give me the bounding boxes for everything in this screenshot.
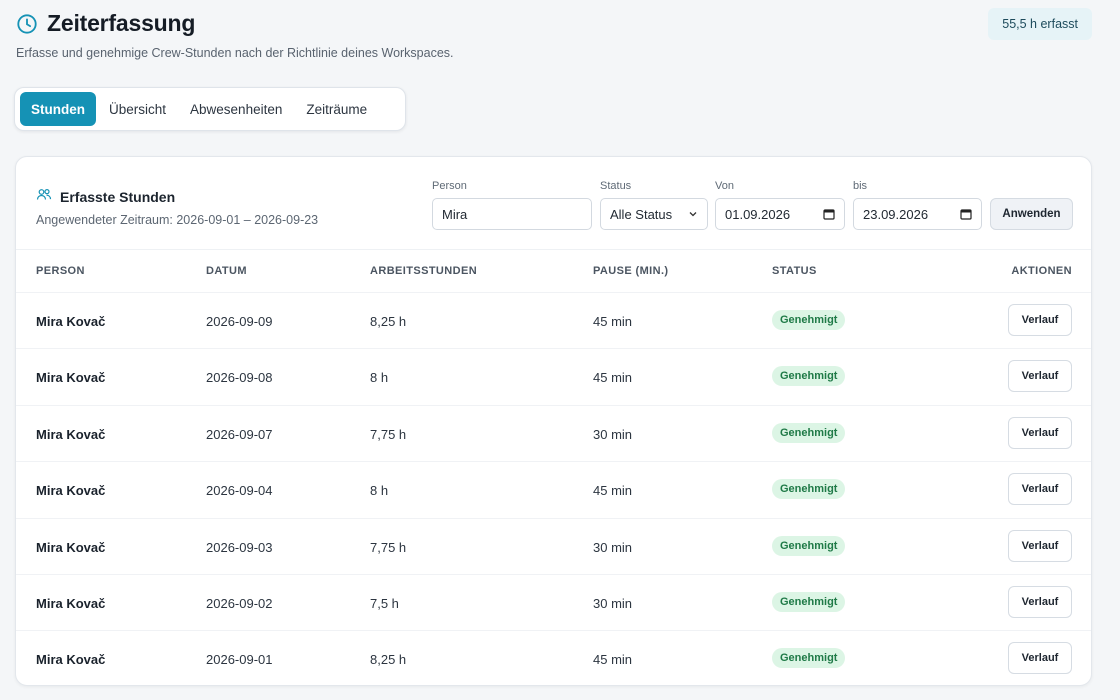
cell-person: Mira Kovač xyxy=(36,652,106,668)
history-button[interactable]: Verlauf xyxy=(1008,304,1072,336)
col-pause: Pause (min.) xyxy=(593,265,669,277)
tab-stunden[interactable]: Stunden xyxy=(20,92,96,126)
tab-uebersicht[interactable]: Übersicht xyxy=(98,92,177,126)
clock-icon xyxy=(16,13,38,35)
status-badge: Genehmigt xyxy=(772,648,846,669)
history-button[interactable]: Verlauf xyxy=(1008,529,1072,562)
history-button[interactable]: Verlauf xyxy=(1008,473,1072,506)
col-status: Status xyxy=(772,265,817,277)
applied-range: Angewendeter Zeitraum: 2026-09-01 – 2026… xyxy=(36,213,319,227)
tab-abwesenheiten[interactable]: Abwesenheiten xyxy=(179,92,293,126)
chevron-down-icon xyxy=(689,212,697,217)
history-button[interactable]: Verlauf xyxy=(1008,585,1072,618)
cell-person: Mira Kovač xyxy=(36,314,106,329)
table-row: Mira Kovač 2026-09-03 7,75 h 30 min Gene… xyxy=(16,517,1091,574)
table-row: Mira Kovač 2026-09-04 8 h 45 min Genehmi… xyxy=(16,461,1091,517)
to-date-input[interactable]: 23.09.2026 xyxy=(853,198,982,230)
cell-hours: 7,75 h xyxy=(370,426,407,442)
page-subtitle: Erfasse und genehmige Crew-Stunden nach … xyxy=(16,46,454,60)
status-badge: Genehmigt xyxy=(772,422,846,443)
users-icon xyxy=(36,187,52,206)
card-header: Erfasste Stunden Angewendeter Zeitraum: … xyxy=(16,157,1091,250)
cell-date: 2026-09-01 xyxy=(206,652,273,668)
status-badge: Genehmigt xyxy=(772,366,846,387)
cell-person: Mira Kovač xyxy=(36,539,106,555)
tab-bar: Stunden Übersicht Abwesenheiten Zeiträum… xyxy=(14,87,406,131)
table-row: Mira Kovač 2026-09-09 8,25 h 45 min Gene… xyxy=(16,292,1091,348)
history-button[interactable]: Verlauf xyxy=(1008,360,1072,393)
cell-hours: 7,75 h xyxy=(370,539,407,555)
calendar-icon[interactable] xyxy=(823,208,835,220)
col-datum: Datum xyxy=(206,265,247,277)
section-title-text: Erfasste Stunden xyxy=(60,188,176,205)
person-label: Person xyxy=(432,180,467,192)
cell-date: 2026-09-08 xyxy=(206,370,273,386)
cell-person: Mira Kovač xyxy=(36,595,106,611)
from-date-input[interactable]: 01.09.2026 xyxy=(715,198,845,230)
cell-hours: 8,25 h xyxy=(370,314,407,329)
tab-zeitraeume[interactable]: Zeiträume xyxy=(295,92,378,126)
cell-pause: 30 min xyxy=(593,426,633,442)
calendar-icon[interactable] xyxy=(960,208,972,220)
person-filter: Person xyxy=(432,180,592,230)
from-label: Von xyxy=(715,180,734,192)
cell-person: Mira Kovač xyxy=(36,426,106,442)
status-label: Status xyxy=(600,180,632,192)
history-button[interactable]: Verlauf xyxy=(1008,416,1072,449)
section-title: Erfasste Stunden xyxy=(36,187,175,206)
cell-pause: 45 min xyxy=(593,314,633,329)
col-aktionen: Aktionen xyxy=(1011,265,1072,277)
page-title: Zeiterfassung xyxy=(47,10,196,36)
cell-date: 2026-09-04 xyxy=(206,483,273,499)
from-date-value: 01.09.2026 xyxy=(725,206,791,222)
cell-date: 2026-09-07 xyxy=(206,426,273,442)
page-header: Zeiterfassung Erfasse und genehmige Crew… xyxy=(16,8,1092,60)
to-date-value: 23.09.2026 xyxy=(863,206,929,222)
col-arbeitsstunden: Arbeitsstunden xyxy=(370,265,478,277)
person-field-wrap xyxy=(432,198,592,230)
cell-pause: 30 min xyxy=(593,539,633,555)
table-row: Mira Kovač 2026-09-01 8,25 h 45 min Gene… xyxy=(16,630,1091,686)
status-badge: Genehmigt xyxy=(772,479,846,500)
status-filter: Status Alle Status xyxy=(600,180,708,230)
cell-pause: 30 min xyxy=(593,595,633,611)
title-row: Zeiterfassung xyxy=(16,10,1092,37)
cell-pause: 45 min xyxy=(593,370,633,386)
table-header: Person Datum Arbeitsstunden Pause (min.)… xyxy=(16,250,1091,292)
history-button[interactable]: Verlauf xyxy=(1008,642,1072,675)
person-input[interactable] xyxy=(442,206,582,222)
cell-hours: 7,5 h xyxy=(370,595,399,611)
cell-person: Mira Kovač xyxy=(36,483,106,499)
apply-button[interactable]: Anwenden xyxy=(990,198,1073,230)
cell-pause: 45 min xyxy=(593,483,633,499)
cell-hours: 8 h xyxy=(370,483,389,499)
to-label: bis xyxy=(853,180,868,192)
from-filter: Von 01.09.2026 xyxy=(715,180,845,230)
status-badge: Genehmigt xyxy=(772,310,846,330)
table-row: Mira Kovač 2026-09-02 7,5 h 30 min Geneh… xyxy=(16,573,1091,630)
cell-person: Mira Kovač xyxy=(36,370,106,386)
status-badge: Genehmigt xyxy=(772,535,846,556)
to-filter: bis 23.09.2026 xyxy=(853,180,982,230)
status-select[interactable]: Alle Status xyxy=(600,198,708,230)
cell-date: 2026-09-09 xyxy=(206,314,273,329)
cell-date: 2026-09-02 xyxy=(206,595,273,611)
cell-pause: 45 min xyxy=(593,652,633,668)
hours-card: Erfasste Stunden Angewendeter Zeitraum: … xyxy=(15,156,1092,686)
status-select-value: Alle Status xyxy=(610,206,673,222)
cell-date: 2026-09-03 xyxy=(206,539,273,555)
col-person: Person xyxy=(36,265,85,277)
cell-hours: 8,25 h xyxy=(370,652,407,668)
total-hours-badge: 55,5 h erfasst xyxy=(988,8,1092,40)
status-badge: Genehmigt xyxy=(772,591,846,612)
cell-hours: 8 h xyxy=(370,370,389,386)
table-row: Mira Kovač 2026-09-08 8 h 45 min Genehmi… xyxy=(16,348,1091,404)
table-row: Mira Kovač 2026-09-07 7,75 h 30 min Gene… xyxy=(16,404,1091,461)
